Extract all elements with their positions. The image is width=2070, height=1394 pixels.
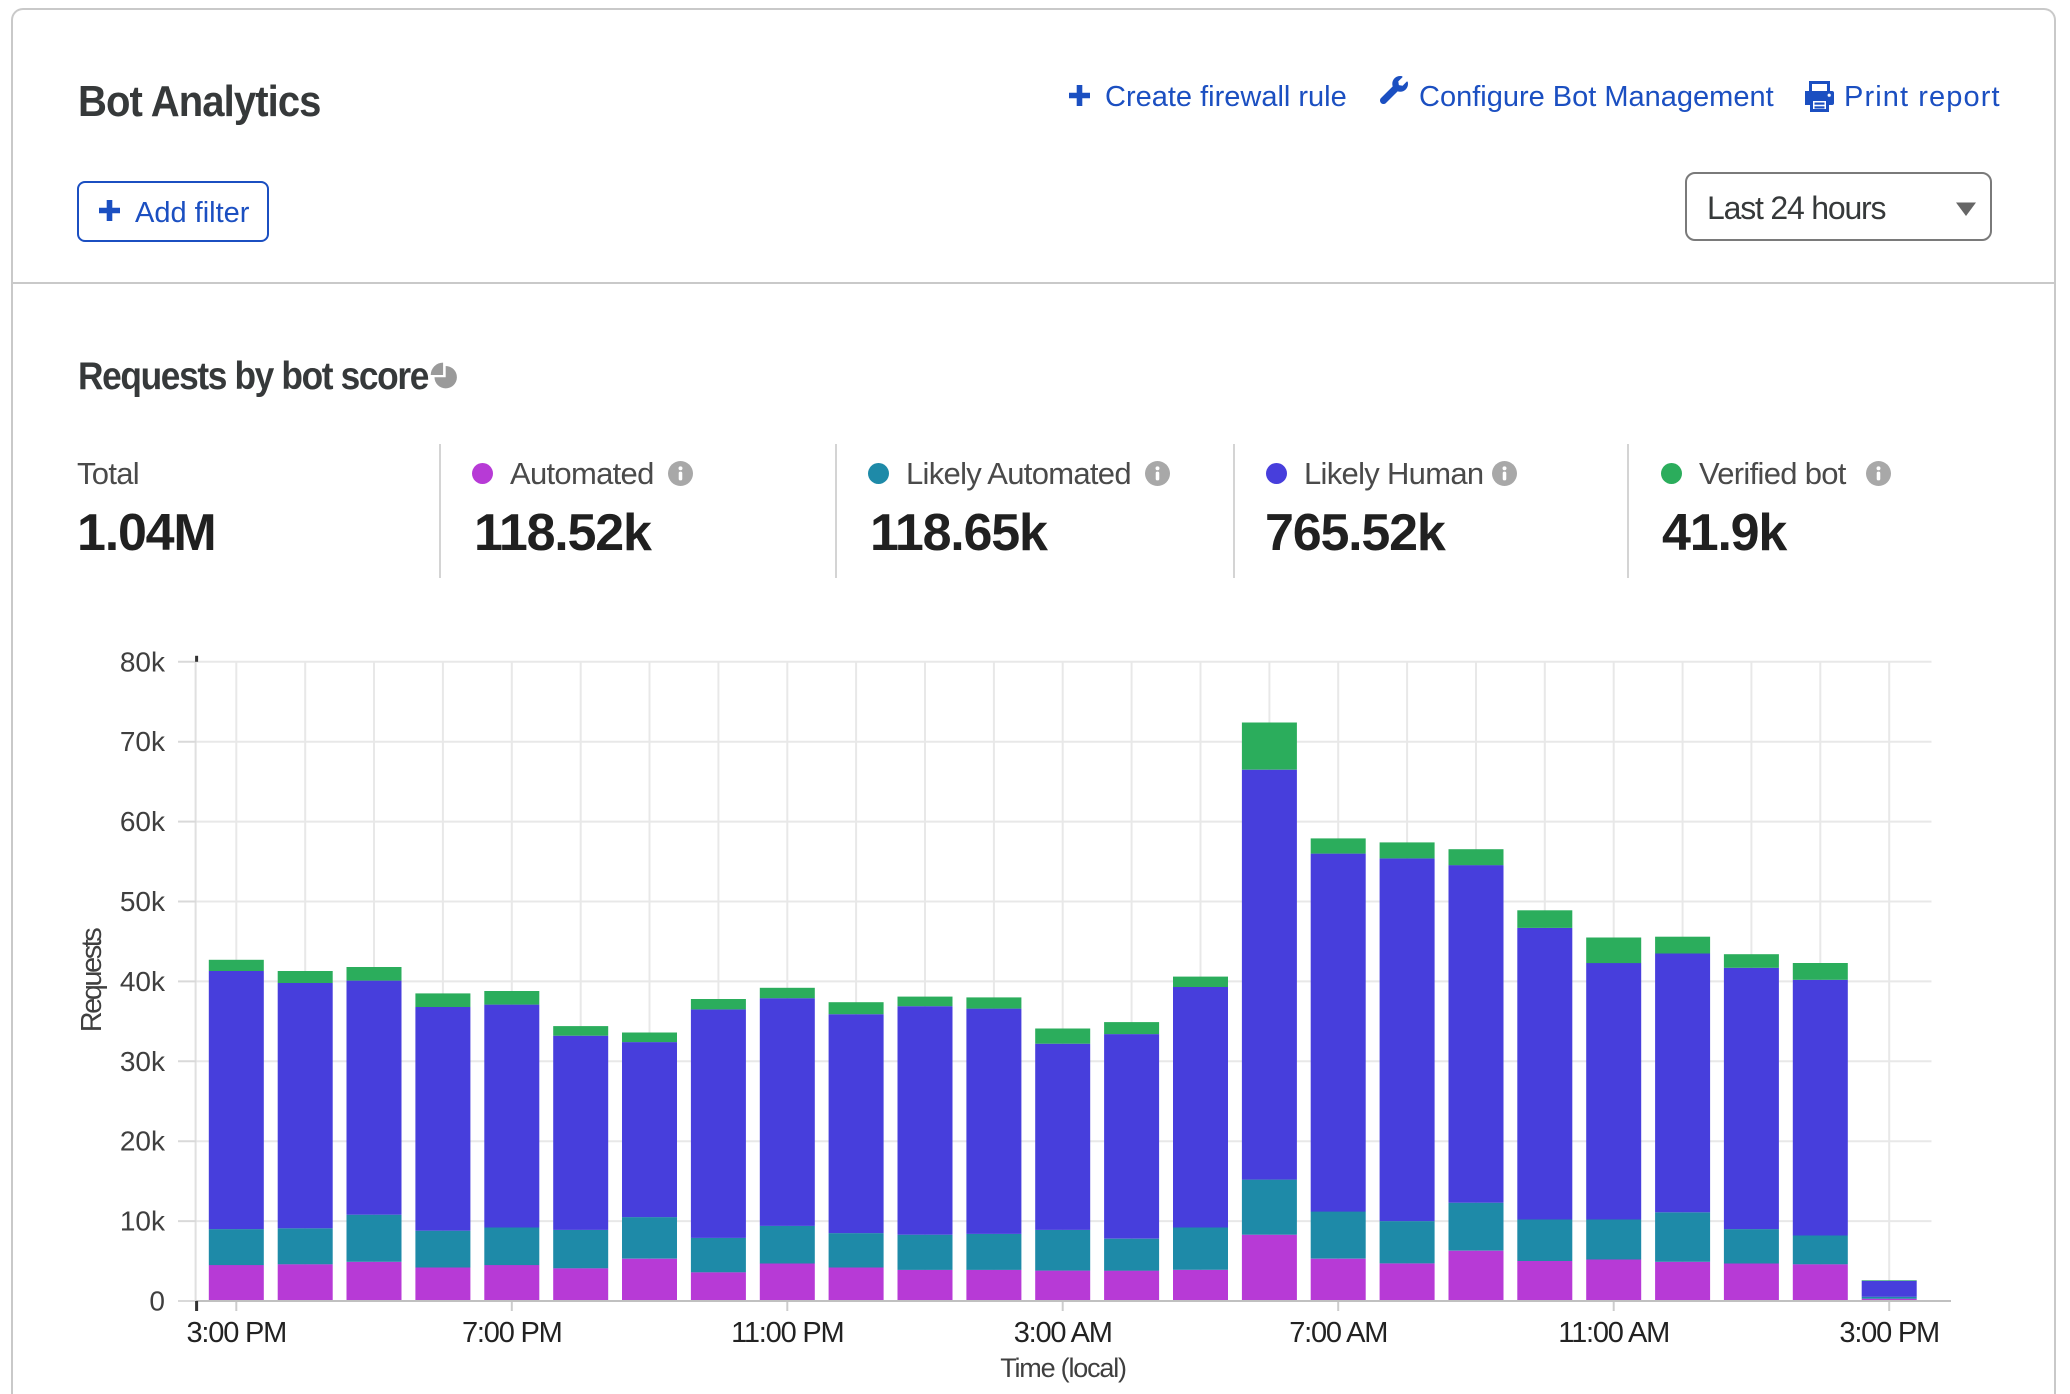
- svg-text:11:00 AM: 11:00 AM: [1558, 1317, 1669, 1349]
- svg-text:3:00 PM: 3:00 PM: [186, 1317, 286, 1349]
- svg-text:7:00 AM: 7:00 AM: [1289, 1317, 1387, 1349]
- svg-text:Requests: Requests: [76, 928, 108, 1033]
- svg-text:0: 0: [149, 1286, 165, 1317]
- svg-text:11:00 PM: 11:00 PM: [731, 1317, 843, 1349]
- svg-text:50k: 50k: [120, 886, 166, 917]
- svg-text:10k: 10k: [120, 1206, 166, 1237]
- svg-text:3:00 AM: 3:00 AM: [1014, 1317, 1112, 1349]
- svg-text:60k: 60k: [120, 806, 166, 837]
- svg-text:20k: 20k: [120, 1126, 166, 1157]
- svg-text:3:00 PM: 3:00 PM: [1839, 1317, 1939, 1349]
- svg-text:70k: 70k: [120, 726, 166, 757]
- svg-text:Time (local): Time (local): [1000, 1353, 1126, 1383]
- svg-text:40k: 40k: [120, 966, 166, 997]
- svg-text:30k: 30k: [120, 1046, 166, 1077]
- svg-text:80k: 80k: [120, 646, 166, 677]
- svg-text:7:00 PM: 7:00 PM: [462, 1317, 562, 1349]
